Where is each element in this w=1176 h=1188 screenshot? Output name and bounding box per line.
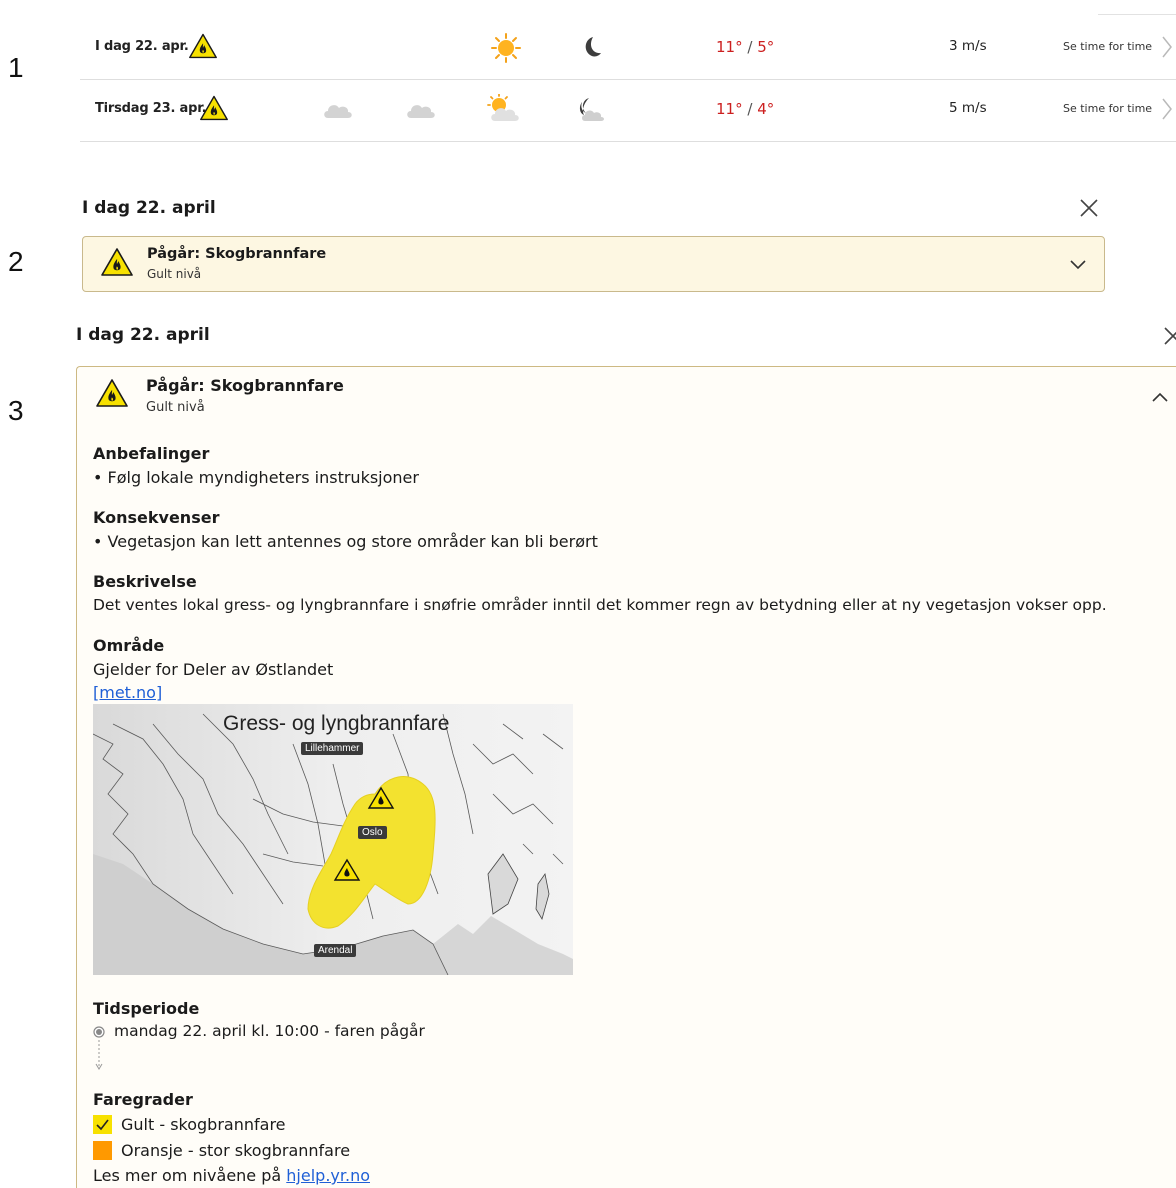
- chevron-down-icon[interactable]: [1069, 259, 1087, 271]
- fire-warning-icon: [199, 94, 229, 122]
- close-icon[interactable]: [1162, 325, 1176, 347]
- more-info: Les mer om nivåene på hjelp.yr.no: [93, 1166, 370, 1185]
- divider: [1098, 14, 1176, 15]
- yellow-level-checkbox-icon: [93, 1115, 112, 1134]
- help-link[interactable]: hjelp.yr.no: [286, 1166, 370, 1185]
- forecast-date: I dag 22. apr.: [95, 39, 189, 54]
- forecast-row-today[interactable]: I dag 22. apr. 11° / 5° 3 m/s Se time fo…: [80, 18, 1176, 80]
- more-info-text: Les mer om nivåene på: [93, 1166, 282, 1185]
- level-yellow-label: Gult - skogbrannfare: [121, 1115, 286, 1134]
- description-heading: Beskrivelse: [93, 572, 197, 591]
- warning-level: Gult nivå: [146, 400, 205, 415]
- step-marker-2: 2: [8, 246, 24, 277]
- warning-card-collapsed[interactable]: Pågår: Skogbrannfare Gult nivå: [82, 236, 1105, 292]
- wind-speed: 5 m/s: [949, 100, 987, 116]
- cloud-icon: [407, 105, 435, 118]
- consequences-text: • Vegetasjon kan lett antennes og store …: [93, 532, 598, 551]
- period-text: mandag 22. april kl. 10:00 - faren pågår: [114, 1022, 425, 1040]
- warning-level: Gult nivå: [147, 267, 202, 281]
- warning-title: Pågår: Skogbrannfare: [146, 376, 344, 395]
- step-marker-3: 3: [8, 395, 24, 426]
- fire-warning-icon: [100, 247, 134, 277]
- chevron-right-icon: [1160, 34, 1174, 60]
- forecast-date: Tirsdag 23. apr.: [95, 101, 207, 116]
- orange-level-box-icon: [93, 1141, 112, 1160]
- warning-map: Gress- og lyngbrannfare Lillehammer Oslo…: [93, 704, 573, 975]
- levels-heading: Faregrader: [93, 1090, 193, 1109]
- sun-icon: [491, 33, 521, 63]
- fire-warning-icon: [188, 32, 218, 60]
- consequences-heading: Konsekvenser: [93, 508, 220, 527]
- area-text: Gjelder for Deler av Østlandet: [93, 660, 334, 679]
- recommendations-heading: Anbefalinger: [93, 444, 210, 463]
- forecast-row-tuesday[interactable]: Tirsdag 23. apr. 11° / 4° 5 m/s Se time …: [80, 80, 1176, 142]
- fire-warning-icon: [95, 378, 129, 408]
- moon-cloud-icon: [579, 98, 604, 121]
- map-label-oslo: Oslo: [358, 826, 387, 839]
- day-title: I dag 22. april: [82, 198, 216, 218]
- moon-icon: [585, 37, 601, 57]
- close-icon[interactable]: [1078, 197, 1100, 219]
- hour-by-hour-link[interactable]: Se time for time: [1063, 102, 1152, 115]
- level-orange-label: Oransje - stor skogbrannfare: [121, 1141, 351, 1160]
- temperature: 11° / 4°: [716, 100, 775, 118]
- recommendations-text: • Følg lokale myndigheters instruksjoner: [93, 468, 419, 487]
- map-label-lillehammer: Lillehammer: [301, 742, 364, 755]
- chevron-up-icon[interactable]: [1151, 391, 1169, 403]
- map-title: Gress- og lyngbrannfare: [223, 712, 450, 735]
- description-text: Det ventes lokal gress- og lyngbrannfare…: [93, 596, 1107, 614]
- temperature: 11° / 5°: [716, 38, 775, 56]
- partly-sunny-icon: [487, 94, 519, 121]
- wind-speed: 3 m/s: [949, 38, 987, 54]
- period-heading: Tidsperiode: [93, 999, 200, 1018]
- met-no-link[interactable]: [met.no]: [93, 683, 162, 702]
- area-heading: Område: [93, 636, 165, 655]
- day-title: I dag 22. april: [76, 325, 210, 345]
- chevron-right-icon: [1160, 96, 1174, 122]
- timeline-dot-icon: [93, 1026, 105, 1038]
- step-marker-1: 1: [8, 52, 24, 83]
- cloud-icon: [324, 105, 352, 118]
- warning-title: Pågår: Skogbrannfare: [147, 246, 327, 262]
- hour-by-hour-link[interactable]: Se time for time: [1063, 40, 1152, 53]
- timeline-arrow-icon: [95, 1040, 103, 1070]
- map-label-arendal: Arendal: [314, 944, 357, 957]
